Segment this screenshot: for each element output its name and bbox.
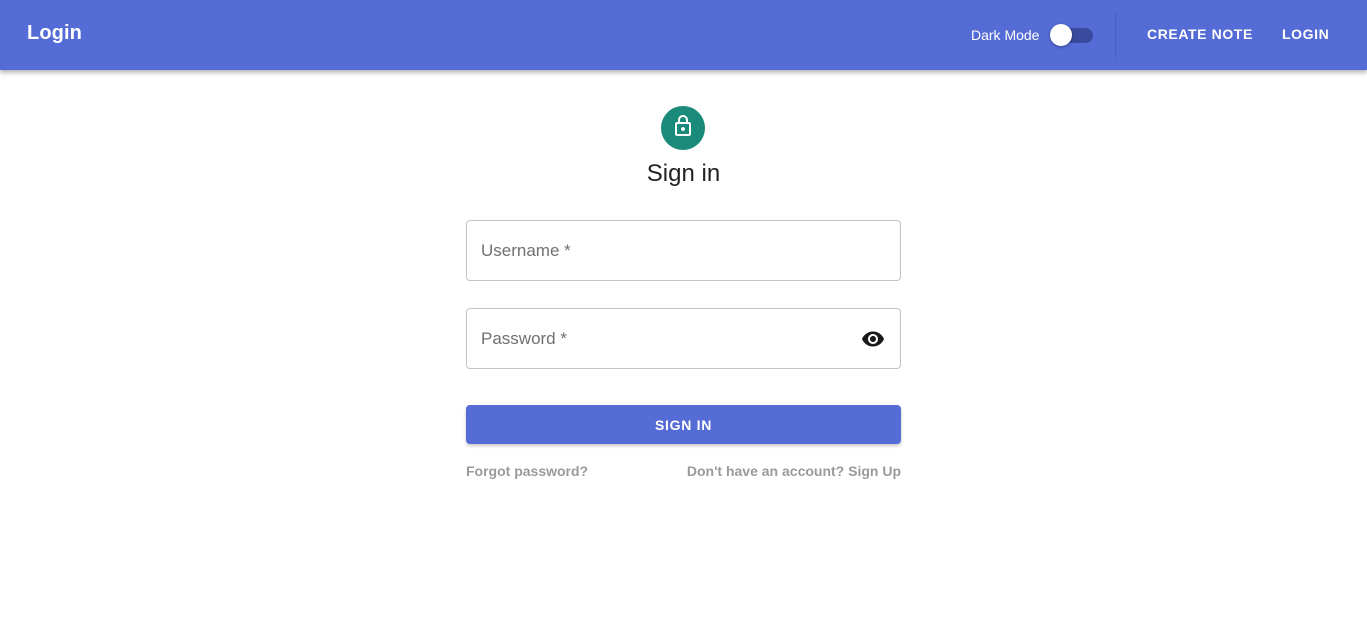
- login-nav-button[interactable]: LOGIN: [1282, 26, 1329, 42]
- page-title: Login: [27, 22, 82, 44]
- dark-mode-toggle[interactable]: [1049, 24, 1093, 46]
- app-bar: Login Dark Mode CREATE NOTE LOGIN: [0, 0, 1367, 70]
- password-field-container: [466, 308, 901, 369]
- lock-icon: [671, 114, 695, 143]
- sign-in-heading: Sign in: [646, 160, 721, 187]
- forgot-password-link[interactable]: Forgot password?: [466, 463, 588, 479]
- password-input[interactable]: [467, 309, 900, 368]
- username-input[interactable]: [467, 221, 900, 280]
- dark-mode-label: Dark Mode: [971, 27, 1040, 43]
- toggle-thumb[interactable]: [1050, 24, 1072, 46]
- username-field-container: [466, 220, 901, 281]
- sign-up-link[interactable]: Don't have an account? Sign Up: [687, 463, 901, 479]
- sign-in-button[interactable]: SIGN IN: [466, 405, 901, 444]
- nav-divider: [1115, 12, 1116, 58]
- create-note-button[interactable]: CREATE NOTE: [1147, 26, 1253, 42]
- eye-icon[interactable]: [860, 327, 886, 351]
- lock-avatar: [661, 106, 705, 150]
